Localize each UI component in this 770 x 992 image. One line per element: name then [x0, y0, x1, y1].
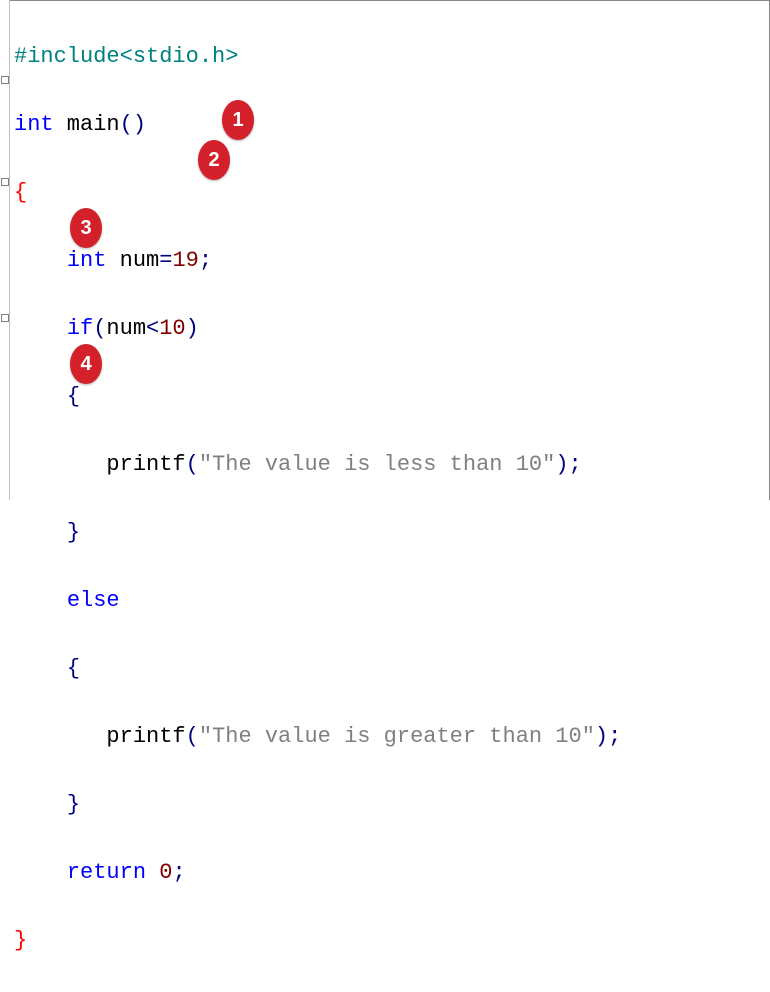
preprocessor: #include [14, 44, 120, 69]
annotation-badge-3: 3 [70, 208, 102, 248]
brace-close: } [14, 928, 27, 953]
code-line: } [14, 788, 621, 822]
literal-10: 10 [159, 316, 185, 341]
code-line: { [14, 652, 621, 686]
code-line: else [14, 584, 621, 618]
literal-0: 0 [146, 860, 172, 885]
code-line: int main() [14, 108, 621, 142]
literal-19: 19 [172, 248, 198, 273]
code-line: int num=19; [14, 244, 621, 278]
code-line: printf("The value is less than 10"); [14, 448, 621, 482]
string-less: "The value is less than 10" [199, 452, 555, 477]
editor-top-border [0, 0, 770, 1]
brace-close: } [67, 792, 80, 817]
keyword-int: int [14, 112, 54, 137]
code-line: printf("The value is greater than 10"); [14, 720, 621, 754]
semicolon: ; [172, 860, 185, 885]
keyword-else: else [67, 588, 120, 613]
keyword-if: if [67, 316, 93, 341]
fold-marker-icon [1, 178, 9, 186]
semicolon: ; [199, 248, 212, 273]
header-name: <stdio.h> [120, 44, 239, 69]
badge-label: 1 [232, 109, 243, 132]
string-greater: "The value is greater than 10" [199, 724, 595, 749]
annotation-badge-4: 4 [70, 344, 102, 384]
semicolon: ; [608, 724, 621, 749]
code-line: { [14, 380, 621, 414]
badge-label: 3 [80, 217, 91, 240]
annotation-badge-1: 1 [222, 100, 254, 140]
parens: () [120, 112, 146, 137]
code-line: if(num<10) [14, 312, 621, 346]
ident-num: num [106, 316, 146, 341]
keyword-int: int [67, 248, 107, 273]
paren-open: ( [186, 724, 199, 749]
ident-main: main [54, 112, 120, 137]
paren-close: ) [186, 316, 199, 341]
ident-num: num [106, 248, 159, 273]
code-line: { [14, 176, 621, 210]
code-line: return 0; [14, 856, 621, 890]
brace-close: } [67, 520, 80, 545]
keyword-return: return [67, 860, 146, 885]
annotation-badge-2: 2 [198, 140, 230, 180]
paren-close: ) [555, 452, 568, 477]
ident-printf: printf [106, 452, 185, 477]
brace-open: { [67, 384, 80, 409]
op-eq: = [159, 248, 172, 273]
code-line: #include<stdio.h> [14, 40, 621, 74]
ident-printf: printf [106, 724, 185, 749]
code-line: } [14, 516, 621, 550]
brace-open: { [14, 180, 27, 205]
semicolon: ; [569, 452, 582, 477]
badge-label: 2 [208, 149, 219, 172]
brace-open: { [67, 656, 80, 681]
op-lt: < [146, 316, 159, 341]
code-line: } [14, 924, 621, 958]
badge-label: 4 [80, 353, 91, 376]
code-area[interactable]: #include<stdio.h> int main() { int num=1… [14, 6, 621, 992]
gutter [0, 0, 10, 500]
paren-close: ) [595, 724, 608, 749]
fold-marker-icon [1, 76, 9, 84]
fold-marker-icon [1, 314, 9, 322]
paren-open: ( [93, 316, 106, 341]
paren-open: ( [186, 452, 199, 477]
